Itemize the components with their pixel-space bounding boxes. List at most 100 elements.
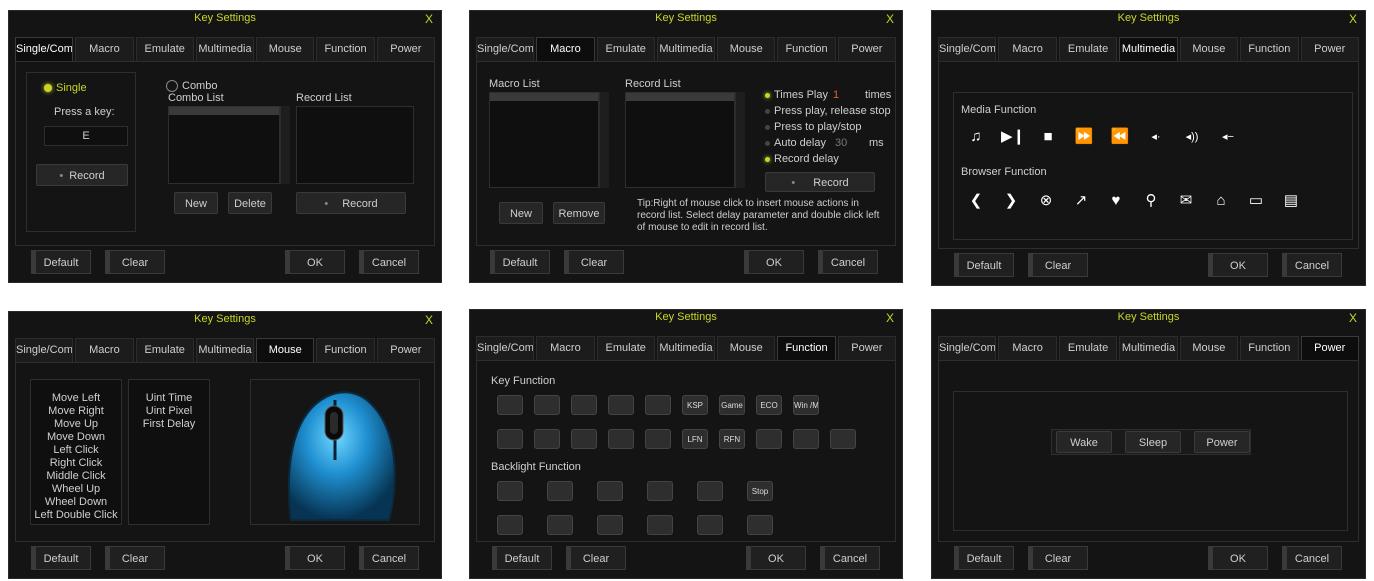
tab-emulate[interactable]: Emulate — [1058, 336, 1118, 360]
cancel-button[interactable]: Cancel — [359, 546, 419, 570]
tab-single-combo[interactable]: Single/Com — [15, 37, 74, 61]
press-play-release-stop-option[interactable]: Press play, release stop — [765, 105, 891, 117]
mouse-param-item[interactable]: Uint Time — [129, 392, 209, 405]
volume-up-icon[interactable]: ◂)) — [1181, 126, 1203, 148]
play-pause-icon[interactable]: ▶❙ — [1001, 126, 1025, 148]
delete-button[interactable]: Delete — [228, 192, 272, 214]
mouse-param-item[interactable]: First Delay — [129, 418, 209, 431]
close-button[interactable]: X — [1349, 311, 1357, 325]
tab-emulate[interactable]: Emulate — [596, 37, 655, 61]
back-icon[interactable]: ❮ — [965, 190, 987, 212]
default-button[interactable]: Default — [954, 253, 1014, 277]
key-lock-1-icon[interactable] — [497, 395, 523, 415]
ok-button[interactable]: OK — [1208, 546, 1268, 570]
combo-scrollbar[interactable] — [280, 106, 290, 184]
report-rate-icon[interactable] — [793, 429, 819, 449]
tab-mouse[interactable]: Mouse — [1179, 37, 1239, 61]
lock-a-icon[interactable] — [534, 429, 560, 449]
mouse-action-item[interactable]: Move Left — [31, 392, 121, 405]
default-button[interactable]: Default — [954, 546, 1014, 570]
clear-button[interactable]: Clear — [105, 546, 165, 570]
single-radio[interactable]: Single — [44, 82, 87, 94]
color-cycle-icon[interactable] — [747, 515, 773, 535]
tab-macro[interactable]: Macro — [75, 37, 134, 61]
tab-single-combo[interactable]: Single/Com — [938, 336, 997, 360]
tab-single-combo[interactable]: Single/Com — [476, 37, 535, 61]
tab-macro[interactable]: Macro — [536, 37, 595, 61]
tab-power[interactable]: Power — [837, 336, 896, 360]
combo-radio[interactable]: Combo — [166, 80, 217, 93]
home-icon[interactable]: ⌂ — [1210, 190, 1232, 212]
press-play-stop-option[interactable]: Press to play/stop — [765, 121, 861, 133]
wave-icon[interactable] — [547, 481, 573, 501]
ok-button[interactable]: OK — [285, 250, 345, 274]
tab-power[interactable]: Power — [376, 37, 435, 61]
mouse-action-item[interactable]: Move Right — [31, 405, 121, 418]
tab-power[interactable]: Power — [376, 338, 435, 362]
key-lock-2-icon[interactable] — [534, 395, 560, 415]
tab-macro[interactable]: Macro — [536, 336, 595, 360]
mouse-action-item[interactable]: Middle Click — [31, 470, 121, 483]
close-button[interactable]: X — [886, 311, 894, 325]
ok-button[interactable]: OK — [744, 250, 804, 274]
wake-button[interactable]: Wake — [1056, 431, 1112, 453]
key-input[interactable]: E — [44, 126, 128, 146]
music-icon[interactable]: ♫ — [965, 126, 987, 148]
eco-button[interactable]: ECO — [756, 395, 782, 415]
mouse-action-item[interactable]: Wheel Down — [31, 496, 121, 509]
macro-record-button[interactable]: • Record — [765, 172, 875, 192]
cancel-button[interactable]: Cancel — [1282, 546, 1342, 570]
tab-function[interactable]: Function — [777, 336, 836, 360]
close-button[interactable]: X — [886, 12, 894, 26]
cancel-button[interactable]: Cancel — [818, 250, 878, 274]
auto-delay-option[interactable]: Auto delay — [765, 137, 826, 149]
close-button[interactable]: X — [425, 313, 433, 327]
bulb-right-icon[interactable] — [697, 515, 723, 535]
tab-power[interactable]: Power — [1300, 37, 1359, 61]
record-list[interactable] — [296, 106, 414, 184]
new-button[interactable]: New — [499, 202, 543, 224]
cancel-button[interactable]: Cancel — [820, 546, 880, 570]
record-scrollbar[interactable] — [735, 92, 745, 188]
prev-track-icon[interactable]: ⏪ — [1109, 126, 1131, 148]
clear-button[interactable]: Clear — [564, 250, 624, 274]
tab-multimedia[interactable]: Multimedia — [195, 338, 255, 362]
key-lock-3-icon[interactable] — [571, 395, 597, 415]
brightness-up-icon[interactable] — [697, 481, 723, 501]
mouse-action-item[interactable]: Left Double Click — [31, 509, 121, 522]
tab-power[interactable]: Power — [1300, 336, 1359, 360]
backlight-mode-icon[interactable] — [497, 481, 523, 501]
close-button[interactable]: X — [1349, 12, 1357, 26]
cancel-button[interactable]: Cancel — [1282, 253, 1342, 277]
mouse-action-item[interactable]: Move Up — [31, 418, 121, 431]
pin-icon[interactable] — [645, 395, 671, 415]
tab-function[interactable]: Function — [1240, 336, 1299, 360]
mail-icon[interactable]: ✉ — [1175, 190, 1197, 212]
tab-mouse[interactable]: Mouse — [256, 37, 315, 61]
ksp-button[interactable]: KSP — [682, 395, 708, 415]
new-button[interactable]: New — [174, 192, 218, 214]
tab-single-combo[interactable]: Single/Com — [15, 338, 74, 362]
mouse-action-item[interactable]: Left Click — [31, 444, 121, 457]
tab-emulate[interactable]: Emulate — [135, 37, 194, 61]
tab-emulate[interactable]: Emulate — [135, 338, 194, 362]
volume-down-icon[interactable]: ◂· — [1145, 126, 1167, 148]
macro-scrollbar[interactable] — [599, 92, 609, 188]
tab-macro[interactable]: Macro — [998, 37, 1057, 61]
cancel-button[interactable]: Cancel — [359, 250, 419, 274]
search-icon[interactable]: ⚲ — [1140, 190, 1162, 212]
bulb-left-icon[interactable] — [647, 515, 673, 535]
macro-list[interactable] — [489, 92, 599, 188]
caps-lock-icon[interactable] — [645, 429, 671, 449]
ok-button[interactable]: OK — [746, 546, 806, 570]
brightness-down-icon[interactable] — [647, 481, 673, 501]
clear-button[interactable]: Clear — [105, 250, 165, 274]
tab-macro[interactable]: Macro — [75, 338, 134, 362]
lock-b-icon[interactable] — [571, 429, 597, 449]
game-button[interactable]: Game — [719, 395, 745, 415]
default-button[interactable]: Default — [31, 250, 91, 274]
reset-icon[interactable] — [830, 429, 856, 449]
tab-function[interactable]: Function — [316, 37, 375, 61]
win-mac-button[interactable]: Win /Mac — [793, 395, 819, 415]
my-computer-icon[interactable]: ▭ — [1245, 190, 1267, 212]
